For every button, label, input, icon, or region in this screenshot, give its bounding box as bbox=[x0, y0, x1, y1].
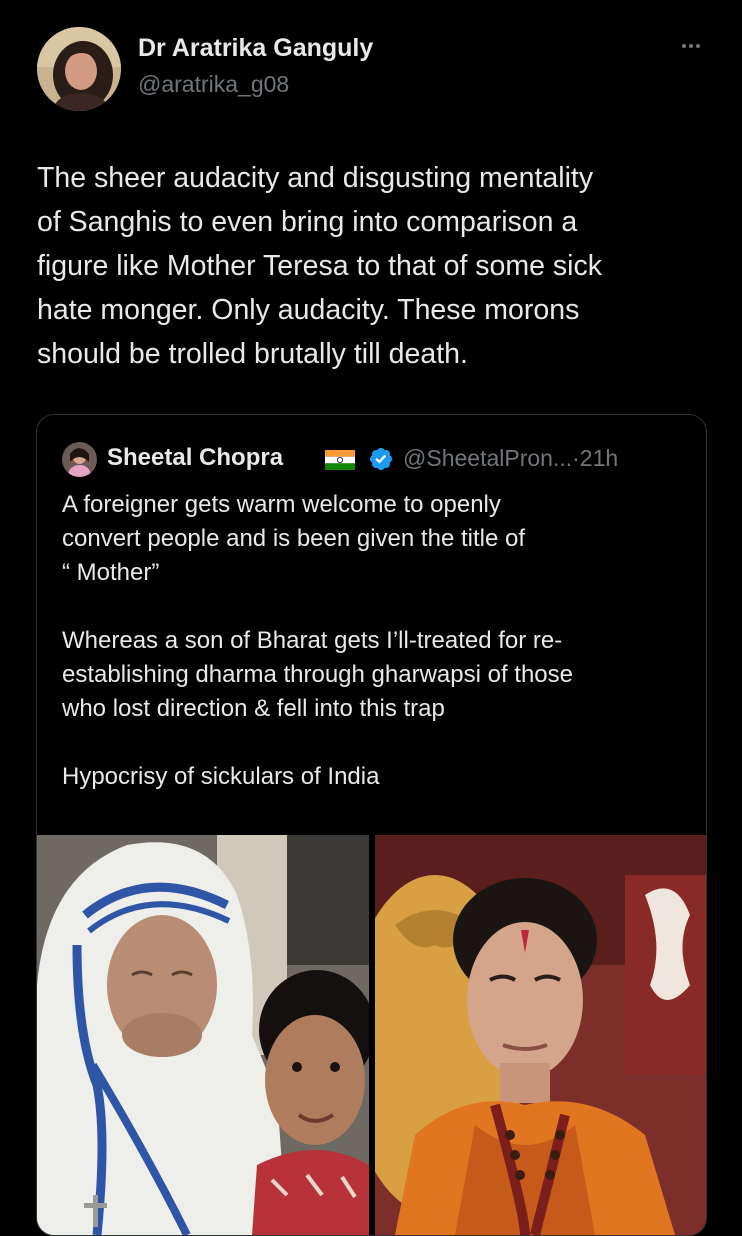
quoted-meta: @SheetalPron...·21h bbox=[403, 445, 618, 472]
tweet-text-line: of Sanghis to even bring into comparison… bbox=[37, 206, 578, 238]
quoted-author-avatar bbox=[62, 442, 97, 477]
quoted-text-line bbox=[62, 590, 702, 624]
author-avatar[interactable] bbox=[37, 27, 121, 111]
quoted-text-line: who lost direction & fell into this trap bbox=[62, 695, 445, 722]
quoted-text-line: Whereas a son of Bharat gets I’ll-treate… bbox=[62, 627, 563, 654]
quoted-text-line: “ Mother” bbox=[62, 559, 160, 586]
photo-man-in-saffron[interactable] bbox=[375, 835, 706, 1235]
quoted-text-line: establishing dharma through gharwapsi of… bbox=[62, 661, 573, 688]
india-flag-icon bbox=[325, 450, 355, 470]
more-options-icon[interactable] bbox=[676, 36, 706, 56]
meta-separator: · bbox=[572, 445, 580, 471]
quoted-text-line bbox=[62, 726, 702, 760]
tweet-text-line: should be trolled brutally till death. bbox=[37, 338, 468, 370]
quoted-author-handle[interactable]: @SheetalPron... bbox=[403, 445, 572, 471]
tweet-text-line: hate monger. Only audacity. These morons bbox=[37, 294, 580, 326]
quoted-author-name[interactable]: Sheetal Chopra bbox=[107, 444, 283, 472]
photo-nun-with-child[interactable] bbox=[37, 835, 369, 1235]
quoted-text-line: convert people and is been given the tit… bbox=[62, 525, 525, 552]
verified-badge-icon bbox=[368, 446, 394, 472]
quoted-text-line: A foreigner gets warm welcome to openly bbox=[62, 491, 501, 518]
tweet: Dr Aratrika Ganguly @aratrika_g08 The sh… bbox=[0, 0, 742, 1236]
author-handle[interactable]: @aratrika_g08 bbox=[138, 71, 289, 98]
quoted-timestamp[interactable]: 21h bbox=[580, 445, 618, 471]
quoted-tweet-text: A foreigner gets warm welcome to openly … bbox=[62, 488, 702, 794]
author-name[interactable]: Dr Aratrika Ganguly bbox=[138, 34, 373, 63]
tweet-text-line: The sheer audacity and disgusting mental… bbox=[37, 162, 594, 194]
quoted-tweet-card[interactable]: Sheetal Chopra @SheetalPron...·21h A for… bbox=[36, 414, 707, 1236]
quoted-text-line: Hypocrisy of sickulars of India bbox=[62, 763, 380, 790]
tweet-text: The sheer audacity and disgusting mental… bbox=[37, 156, 717, 376]
tweet-text-line: figure like Mother Teresa to that of som… bbox=[37, 250, 602, 282]
